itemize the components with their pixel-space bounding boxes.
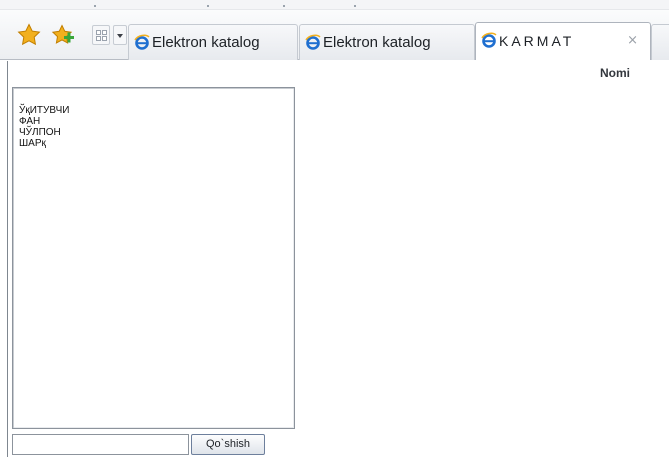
- tab-elektron-katalog-1[interactable]: Elektron katalog: [128, 24, 298, 60]
- quick-tabs-icon[interactable]: [92, 25, 110, 45]
- tab-elektron-katalog-2[interactable]: Elektron katalog: [299, 24, 475, 60]
- favorites-star-icon[interactable]: [17, 23, 41, 47]
- ie-icon: [305, 34, 321, 50]
- list-item[interactable]: ЎқИТУВЧИ: [19, 105, 69, 116]
- tab-label: Elektron katalog: [152, 34, 260, 51]
- strip-dot: [207, 5, 209, 7]
- add-button[interactable]: Qo`shish: [191, 434, 265, 455]
- strip-dot: [283, 5, 285, 7]
- strip-dot: [354, 5, 356, 7]
- new-tab-button[interactable]: [651, 24, 669, 60]
- strip-dot: [94, 5, 96, 7]
- browser-tab-bar: Elektron katalog Elektron katalog KARMAT…: [0, 10, 669, 60]
- browser-top-strip: [0, 0, 669, 10]
- content-left-border: [7, 61, 8, 457]
- tab-label: Elektron katalog: [323, 34, 431, 51]
- list-item[interactable]: ШАРқ: [19, 138, 69, 149]
- ie-icon: [481, 32, 497, 48]
- column-header-nomi: Nomi: [600, 66, 630, 80]
- ie-icon: [134, 34, 150, 50]
- tab-karmat-active[interactable]: KARMAT ×: [475, 22, 651, 60]
- add-favorites-icon[interactable]: [51, 23, 75, 47]
- list-item[interactable]: ЧЎЛПОН: [19, 127, 69, 138]
- items-listbox[interactable]: ЎқИТУВЧИ ФАН ЧЎЛПОН ШАРқ: [12, 87, 295, 429]
- list-item[interactable]: ФАН: [19, 116, 69, 127]
- close-tab-icon[interactable]: ×: [627, 33, 638, 48]
- tab-list-dropdown-icon[interactable]: [113, 25, 127, 45]
- tab-label: KARMAT: [499, 33, 575, 49]
- add-item-input[interactable]: [12, 434, 189, 455]
